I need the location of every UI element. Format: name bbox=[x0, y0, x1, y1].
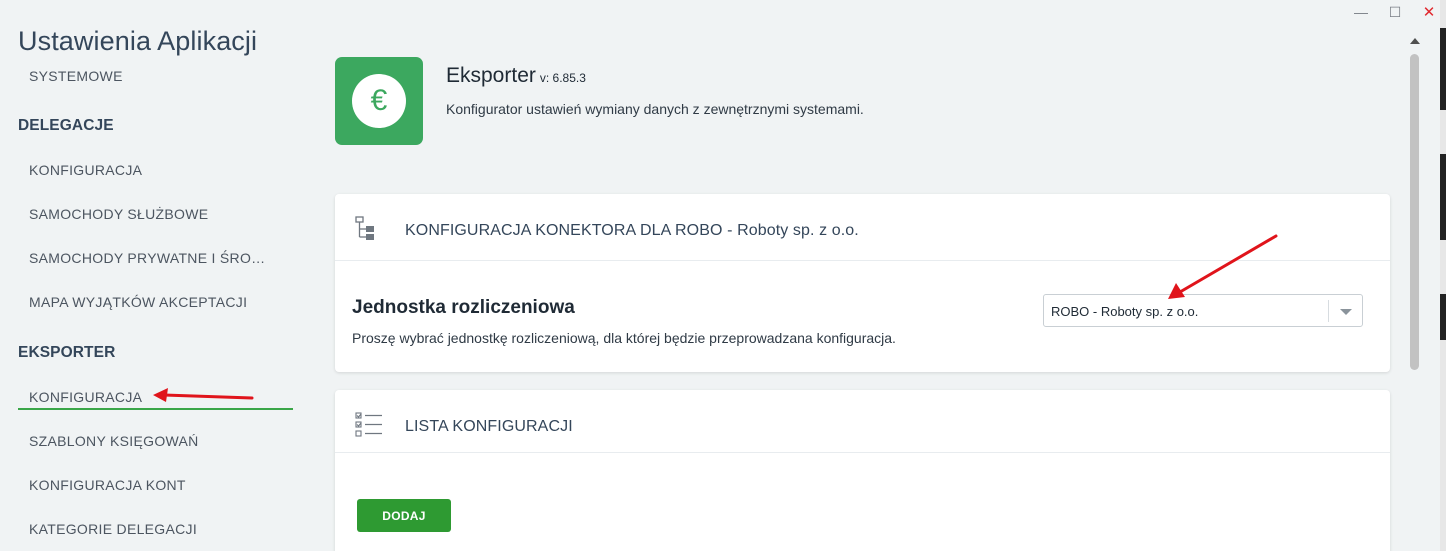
sidebar: SYSTEMOWE DELEGACJE KONFIGURACJA SAMOCHO… bbox=[0, 62, 300, 551]
window-edge-segment bbox=[1440, 110, 1446, 154]
unit-select-value: ROBO - Roboty sp. z o.o. bbox=[1051, 304, 1199, 319]
sidebar-item-samochody-prywatne[interactable]: SAMOCHODY PRYWATNE I ŚRODKI TRANSPORTU bbox=[29, 250, 274, 266]
connector-config-card: KONFIGURACJA KONEKTORA DLA ROBO - Roboty… bbox=[335, 194, 1390, 372]
window-edge-segment bbox=[1440, 240, 1446, 294]
sidebar-group-delegacje: DELEGACJE bbox=[18, 117, 114, 134]
card-header: LISTA KONFIGURACJI bbox=[335, 390, 1390, 453]
sidebar-item-szablony-ksiegowan[interactable]: SZABLONY KSIĘGOWAŃ bbox=[29, 433, 199, 449]
hierarchy-icon bbox=[355, 216, 374, 240]
select-separator bbox=[1328, 300, 1329, 322]
window-edge-segment bbox=[1440, 340, 1446, 551]
window-controls: — ☐ ✕ bbox=[1344, 0, 1446, 24]
field-title: Jednostka rozliczeniowa bbox=[352, 297, 575, 318]
maximize-icon[interactable]: ☐ bbox=[1378, 0, 1412, 24]
add-button[interactable]: DODAJ bbox=[357, 499, 451, 532]
sidebar-item-kategorie-delegacji[interactable]: KATEGORIE DELEGACJI bbox=[29, 521, 197, 537]
sidebar-item-eksporter-konfiguracja[interactable]: KONFIGURACJA bbox=[29, 389, 142, 405]
window-edge-segment bbox=[1440, 0, 1446, 28]
card-header: KONFIGURACJA KONEKTORA DLA ROBO - Roboty… bbox=[335, 194, 1390, 261]
sidebar-item-mapa-wyjatkow[interactable]: MAPA WYJĄTKÓW AKCEPTACJI bbox=[29, 294, 247, 310]
scroll-thumb[interactable] bbox=[1410, 54, 1419, 370]
unit-select[interactable]: ROBO - Roboty sp. z o.o. bbox=[1043, 294, 1363, 327]
active-item-underline bbox=[18, 408, 293, 410]
app-title: Ustawienia Aplikacji bbox=[18, 26, 258, 56]
sidebar-group-eksporter: EKSPORTER bbox=[18, 344, 116, 361]
checklist-icon bbox=[355, 412, 382, 437]
app-name: Eksporter bbox=[446, 64, 536, 87]
chevron-down-icon[interactable] bbox=[1340, 309, 1352, 315]
sidebar-item-delegacje-konfiguracja[interactable]: KONFIGURACJA bbox=[29, 162, 142, 178]
page-title: Eksporter v: 6.85.3 bbox=[446, 64, 586, 88]
page-description: Konfigurator ustawień wymiany danych z z… bbox=[446, 101, 864, 117]
field-description: Proszę wybrać jednostkę rozliczeniową, d… bbox=[352, 330, 896, 346]
vertical-scrollbar[interactable] bbox=[1406, 32, 1424, 551]
scroll-up-icon[interactable] bbox=[1410, 38, 1420, 44]
app-icon: € bbox=[335, 57, 423, 145]
sidebar-item-konfiguracja-kont[interactable]: KONFIGURACJA KONT bbox=[29, 477, 186, 493]
app-version: v: 6.85.3 bbox=[539, 71, 586, 85]
sidebar-item-systemowe[interactable]: SYSTEMOWE bbox=[29, 68, 123, 84]
card-title: KONFIGURACJA KONEKTORA DLA ROBO - Roboty… bbox=[405, 222, 859, 239]
card-title: LISTA KONFIGURACJI bbox=[405, 418, 573, 435]
config-list-card: LISTA KONFIGURACJI DODAJ bbox=[335, 390, 1390, 551]
euro-icon: € bbox=[352, 74, 406, 128]
minimize-icon[interactable]: — bbox=[1344, 0, 1378, 24]
sidebar-item-samochody-sluzbowe[interactable]: SAMOCHODY SŁUŻBOWE bbox=[29, 206, 208, 222]
